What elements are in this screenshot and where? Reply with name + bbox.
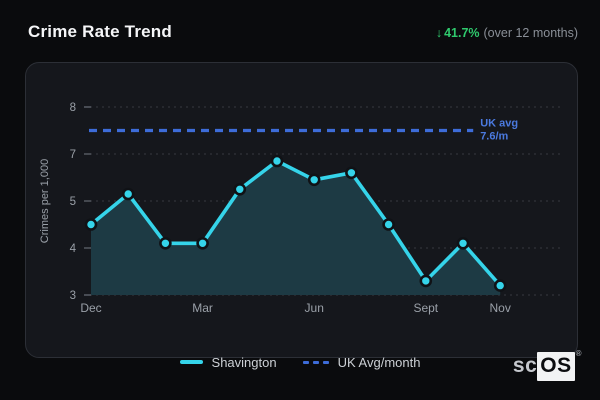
data-point-marker	[345, 166, 358, 180]
y-axis-title: Crimes per 1,000	[39, 159, 51, 243]
trend-caption: (over 12 months)	[483, 26, 578, 40]
solid-line-swatch-icon	[179, 360, 203, 364]
y-tick-label: 7	[70, 149, 76, 161]
scos-logo: sc OS ®	[512, 349, 582, 381]
data-point-marker	[84, 218, 98, 231]
data-point-marker	[419, 274, 433, 288]
page-title: Crime Rate Trend	[28, 22, 172, 41]
trend-percentage: 41.7%	[444, 26, 480, 40]
legend-label: UK Avg/month	[337, 354, 421, 370]
y-tick-label: 8	[70, 102, 76, 114]
x-tick-label: Nov	[490, 301, 511, 315]
chart-legend: Shavington UK Avg/month	[0, 352, 600, 372]
data-point-marker	[121, 187, 135, 201]
y-tick-label: 3	[70, 290, 76, 302]
x-tick-label: Mar	[192, 301, 213, 315]
data-point-marker	[159, 237, 172, 250]
chart-card: 8 7 5 4 3 UK avg 7.6/m Dec Mar Jun Sept Nov Crimes p…	[25, 62, 578, 358]
uk-avg-label-line1: UK avg	[480, 118, 518, 130]
y-tick-label: 5	[70, 196, 76, 208]
registered-mark-icon: ®	[575, 349, 582, 358]
x-tick-label: Jun	[305, 301, 324, 315]
data-point-marker	[382, 218, 395, 231]
uk-avg-label-line2: 7.6/m	[480, 131, 508, 143]
trend-down-arrow-icon: ↓	[435, 26, 443, 40]
legend-item-shavington: Shavington	[179, 354, 277, 370]
data-point-marker	[456, 237, 470, 250]
data-point-marker	[233, 183, 247, 196]
trend-stat: ↓ 41.7% (over 12 months)	[436, 26, 578, 40]
data-point-marker	[493, 279, 507, 292]
header: Crime Rate Trend ↓ 41.7% (over 12 months)	[28, 22, 578, 42]
dashed-line-swatch-icon	[302, 360, 329, 364]
legend-label: Shavington	[211, 354, 277, 370]
logo-highlight: OS	[537, 352, 575, 381]
x-tick-label: Dec	[80, 301, 101, 315]
crime-rate-line-chart: 8 7 5 4 3 UK avg7.6/m Dec Mar Jun Sept Nov Crimes p…	[39, 102, 560, 315]
data-point-marker	[196, 237, 209, 250]
data-point-marker	[307, 173, 321, 187]
legend-item-uk-avg: UK Avg/month	[302, 354, 421, 370]
y-tick-label: 4	[70, 243, 77, 255]
x-tick-label: Sept	[413, 301, 438, 315]
data-point-marker	[270, 154, 284, 168]
logo-prefix: sc	[512, 354, 538, 377]
